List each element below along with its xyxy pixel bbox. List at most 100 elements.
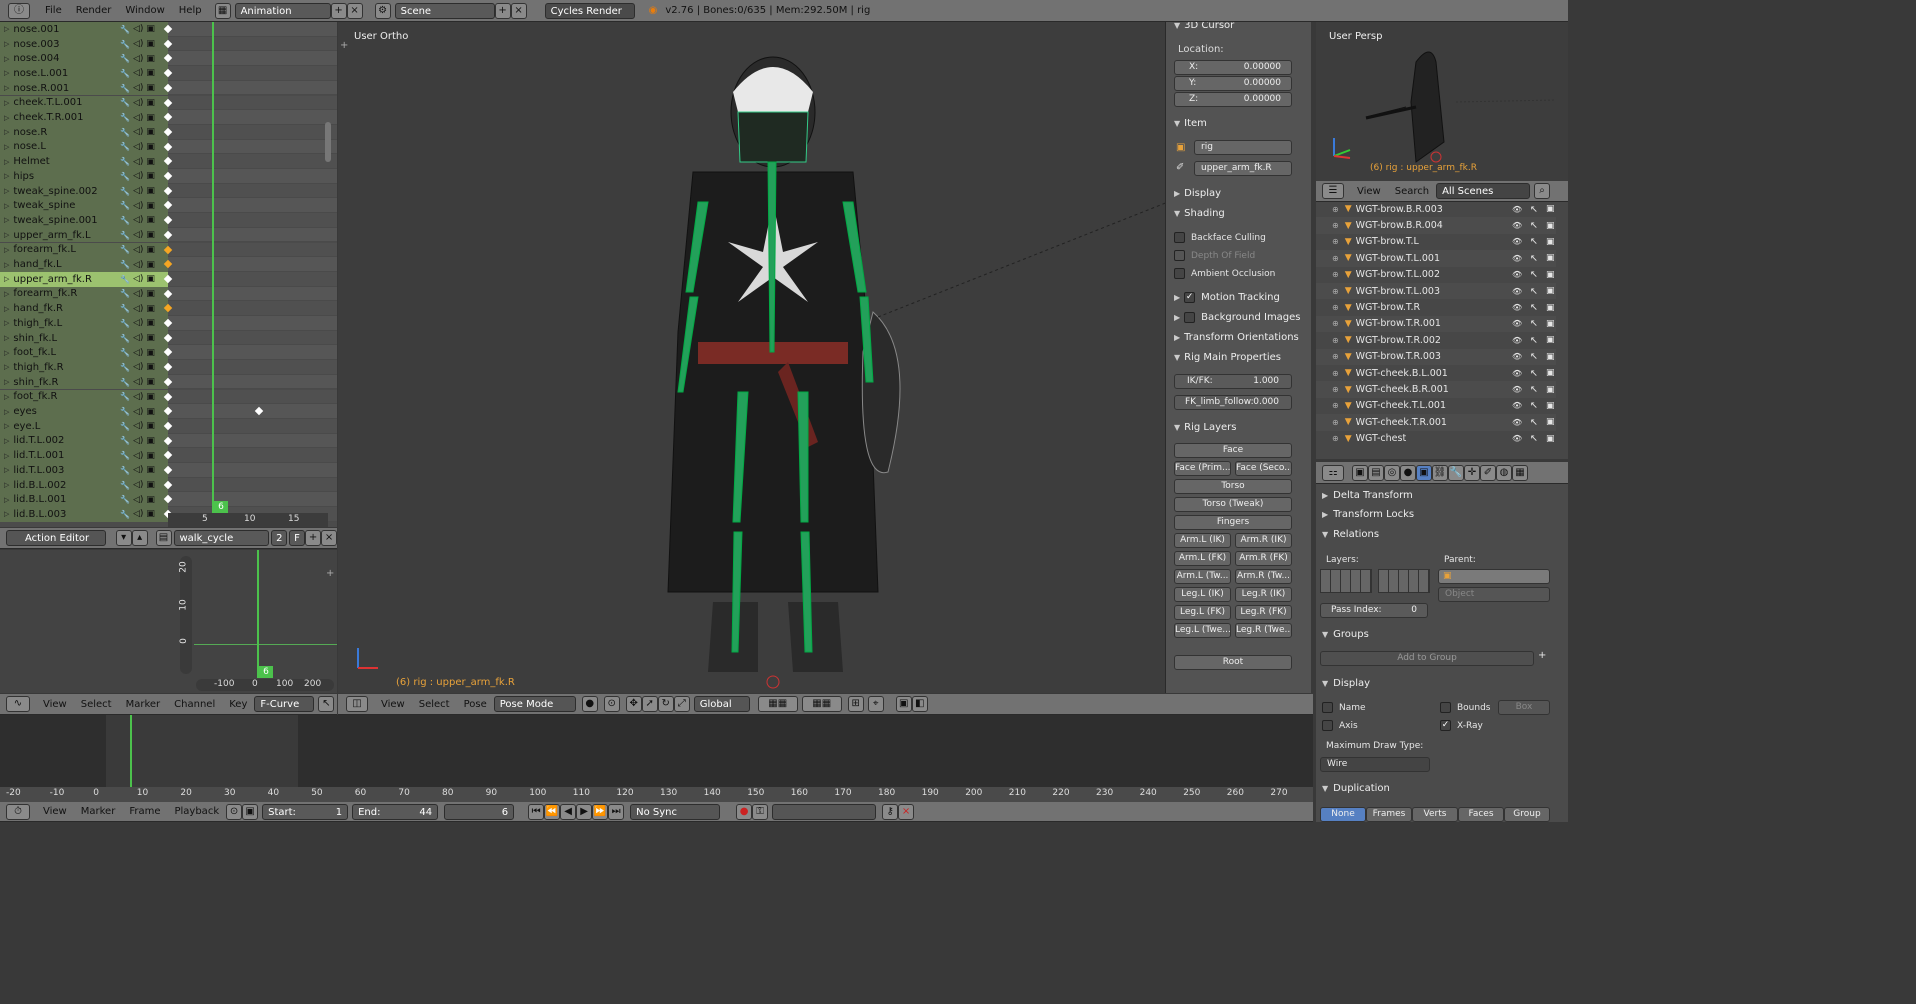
expand-icon[interactable]: ▷ <box>4 510 9 518</box>
lock-range-icon[interactable]: ▣ <box>242 803 259 820</box>
lock-icon[interactable]: ▣ <box>146 451 155 461</box>
select-icon[interactable]: ↖ <box>1530 368 1538 379</box>
eye-icon[interactable]: 👁 <box>1512 418 1522 427</box>
mute-icon[interactable]: ◁) <box>133 392 143 402</box>
mute-icon[interactable]: ◁) <box>133 289 143 299</box>
groups-panel[interactable]: ▼ Groups <box>1322 625 1369 643</box>
menu-file[interactable]: File <box>38 5 69 16</box>
wrench-icon[interactable]: 🔧 <box>120 334 130 343</box>
expand-icon[interactable]: ⊕ <box>1332 221 1339 230</box>
channel-row[interactable]: ▷ eye.L 🔧 ◁) ▣ <box>0 418 337 434</box>
keyframe[interactable] <box>254 406 264 416</box>
channel-track[interactable] <box>163 154 337 169</box>
jump-start-icon[interactable]: ⏮ <box>528 803 545 820</box>
channel-name[interactable]: ▷ lid.B.L.002 <box>0 477 118 493</box>
expand-icon[interactable]: ⊕ <box>1332 303 1339 312</box>
select-icon[interactable]: ↖ <box>1530 335 1538 346</box>
wrench-icon[interactable]: 🔧 <box>120 378 130 387</box>
rig-layer-button[interactable]: Arm.L (Tw... <box>1174 569 1231 584</box>
mute-icon[interactable]: ◁) <box>133 39 143 49</box>
graph-menu-key[interactable]: Key <box>222 699 254 710</box>
channel-name[interactable]: ▷ hand_fk.L <box>0 257 118 272</box>
rig-layers-panel[interactable]: ▼ Rig Layers <box>1166 418 1237 436</box>
lock-icon[interactable]: ▣ <box>146 480 155 490</box>
expand-icon[interactable]: ▷ <box>4 99 9 107</box>
snap-icon[interactable]: ⌖ <box>867 696 884 712</box>
duplication-faces-button[interactable]: Faces <box>1458 807 1504 822</box>
translate-icon[interactable]: ➚ <box>641 696 658 712</box>
layout-field[interactable]: Animation <box>234 2 331 19</box>
outliner-item[interactable]: ⊕ ▼ WGT-cheek.T.L.001 👁 ↖ ▣ <box>1316 398 1556 414</box>
outliner-scope-select[interactable]: All Scenes <box>1436 183 1531 199</box>
channel-row[interactable]: ▷ lid.T.L.003 🔧 ◁) ▣ <box>0 463 337 478</box>
select-icon[interactable]: ↖ <box>1530 384 1538 395</box>
cursor-z-field[interactable]: Z: 0.00000 <box>1174 92 1292 107</box>
timeline-menu-playback[interactable]: Playback <box>167 806 226 817</box>
checkbox-box[interactable] <box>1184 311 1196 323</box>
expand-icon[interactable]: ▷ <box>4 466 9 474</box>
expand-icon[interactable]: ⊕ <box>1332 385 1339 394</box>
channel-name[interactable]: ▷ nose.004 <box>0 51 118 67</box>
mute-icon[interactable]: ◁) <box>133 451 143 461</box>
channel-name[interactable]: ▷ upper_arm_fk.L <box>0 227 118 243</box>
relations-panel[interactable]: ▼ Relations <box>1322 525 1379 543</box>
channel-track[interactable] <box>163 36 337 52</box>
channel-row[interactable]: ▷ thigh_fk.L 🔧 ◁) ▣ <box>0 316 337 331</box>
outliner-menu-search[interactable]: Search <box>1388 186 1436 197</box>
channel-row[interactable]: ▷ lid.B.L.002 🔧 ◁) ▣ <box>0 477 337 493</box>
expand-icon[interactable]: ⊕ <box>1332 287 1339 296</box>
channel-track[interactable] <box>163 124 337 140</box>
timer-icon[interactable]: ⊙ <box>226 803 243 820</box>
mute-icon[interactable]: ◁) <box>133 171 143 181</box>
channel-row[interactable]: ▷ lid.T.L.002 🔧 ◁) ▣ <box>0 433 337 449</box>
mute-icon[interactable]: ◁) <box>133 480 143 490</box>
add-to-group-button[interactable]: Add to Group <box>1320 651 1534 666</box>
mute-icon[interactable]: ◁) <box>133 54 143 64</box>
mute-icon[interactable]: ◁) <box>133 215 143 225</box>
sync-select[interactable]: No Sync <box>630 803 721 820</box>
modifiers-tab-icon[interactable]: 🔧 <box>1448 464 1464 481</box>
eye-icon[interactable]: 👁 <box>1512 254 1522 263</box>
viewport-plus-icon[interactable]: + <box>340 40 348 51</box>
lock-icon[interactable]: ▣ <box>146 245 155 255</box>
expand-icon[interactable]: ▷ <box>4 84 9 92</box>
layers-tab-icon[interactable]: ▤ <box>1368 464 1384 481</box>
bone-name-field[interactable]: upper_arm_fk.R <box>1194 161 1292 176</box>
channel-track[interactable] <box>163 80 337 96</box>
outliner-item[interactable]: ⊕ ▼ WGT-brow.T.L.001 👁 ↖ ▣ <box>1316 250 1556 267</box>
bone-tab-icon[interactable]: ✐ <box>1480 464 1496 481</box>
lock-icon[interactable]: ▣ <box>146 421 155 431</box>
eye-icon[interactable]: 👁 <box>1512 237 1522 246</box>
wrench-icon[interactable]: 🔧 <box>120 40 130 49</box>
outliner-item[interactable]: ⊕ ▼ WGT-brow.T.R.002 👁 ↖ ▣ <box>1316 332 1556 348</box>
wrench-icon[interactable]: 🔧 <box>120 260 130 269</box>
expand-icon[interactable]: ▷ <box>4 275 9 283</box>
end-frame-field[interactable]: End: 44 <box>352 803 439 820</box>
eye-icon[interactable]: 👁 <box>1512 221 1522 230</box>
armored-knight-model[interactable] <box>598 52 938 692</box>
render-icon[interactable]: ▣ <box>1546 368 1555 378</box>
lock-icon[interactable]: ▣ <box>146 318 155 328</box>
lock-icon[interactable]: ▣ <box>146 113 155 123</box>
wrench-icon[interactable]: 🔧 <box>120 142 130 151</box>
transform-orientations-panel[interactable]: ▶ Transform Orientations <box>1166 328 1299 346</box>
channel-track[interactable] <box>163 51 337 67</box>
delete-key-icon[interactable]: × <box>898 803 915 820</box>
wrench-icon[interactable]: 🔧 <box>120 172 130 181</box>
channel-name[interactable]: ▷ forearm_fk.L <box>0 242 118 258</box>
channel-name[interactable]: ▷ shin_fk.L <box>0 330 118 346</box>
3d-viewport[interactable]: User Ortho + (6) rig : upper_arm_fk.R <box>338 22 1165 693</box>
mute-icon[interactable]: ◁) <box>133 318 143 328</box>
channel-name[interactable]: ▷ shin_fk.R <box>0 374 118 390</box>
mute-icon[interactable]: ◁) <box>133 304 143 314</box>
render-icon[interactable]: ▣ <box>1546 352 1555 362</box>
lock-icon[interactable]: ▣ <box>146 465 155 475</box>
jump-end-icon[interactable]: ⏭ <box>608 803 625 820</box>
wrench-icon[interactable]: 🔧 <box>120 363 130 372</box>
mute-icon[interactable]: ◁) <box>133 362 143 372</box>
wrench-icon[interactable]: 🔧 <box>120 436 130 445</box>
wrench-icon[interactable]: 🔧 <box>120 289 130 298</box>
name-checkbox[interactable]: Name <box>1322 702 1366 713</box>
wrench-icon[interactable]: 🔧 <box>120 231 130 240</box>
channel-name[interactable]: ▷ cheek.T.L.001 <box>0 95 118 111</box>
